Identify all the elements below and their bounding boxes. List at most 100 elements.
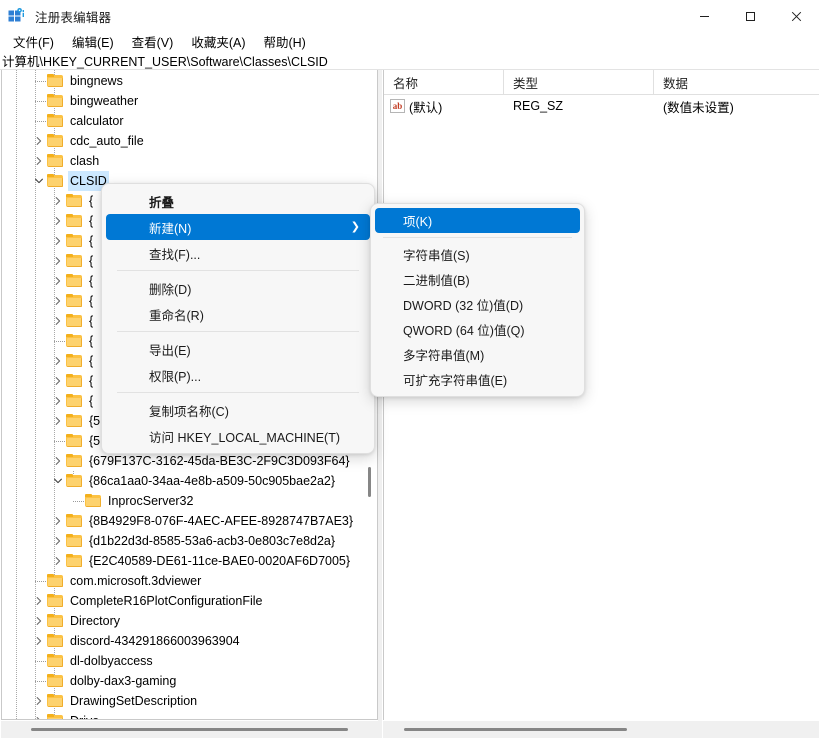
- tree-row[interactable]: com.microsoft.3dviewer: [2, 571, 377, 591]
- context-menu-item-label: 权限(P)...: [149, 369, 202, 384]
- tree-hscroll-thumb[interactable]: [31, 728, 348, 731]
- chevron-right-icon[interactable]: [50, 551, 66, 571]
- context-menu-item[interactable]: 折叠: [106, 188, 370, 214]
- tree-row-label: Drive: [68, 711, 101, 719]
- chevron-right-icon[interactable]: [50, 531, 66, 551]
- chevron-right-icon[interactable]: [50, 191, 66, 211]
- chevron-right-icon[interactable]: [50, 371, 66, 391]
- chevron-down-icon[interactable]: [31, 171, 47, 191]
- tree-row[interactable]: bingnews: [2, 71, 377, 91]
- context-menu-item[interactable]: 权限(P)...: [106, 362, 370, 388]
- menu-separator: [117, 392, 359, 393]
- folder-icon: [47, 674, 64, 688]
- column-header-data[interactable]: 数据: [654, 70, 819, 94]
- chevron-right-icon[interactable]: [50, 451, 66, 471]
- column-header-name[interactable]: 名称: [384, 70, 504, 94]
- submenu-item[interactable]: 字符串值(S): [375, 242, 580, 267]
- tree-row[interactable]: InprocServer32: [2, 491, 377, 511]
- context-menu-item[interactable]: 删除(D): [106, 275, 370, 301]
- tree-row-label: com.microsoft.3dviewer: [70, 574, 202, 588]
- chevron-right-icon[interactable]: [31, 691, 47, 711]
- tree-row[interactable]: DrawingSetDescription: [2, 691, 377, 711]
- close-button[interactable]: [773, 0, 819, 32]
- window-title: 注册表编辑器: [35, 10, 112, 25]
- tree-row[interactable]: CompleteR16PlotConfigurationFile: [2, 591, 377, 611]
- submenu-item[interactable]: 二进制值(B): [375, 267, 580, 292]
- submenu-item[interactable]: 项(K): [375, 208, 580, 233]
- chevron-right-icon[interactable]: [50, 271, 66, 291]
- folder-icon: [66, 474, 83, 488]
- tree-row[interactable]: Drive: [2, 711, 377, 719]
- tree-row[interactable]: {8B4929F8-076F-4AEC-AFEE-8928747B7AE3}: [2, 511, 377, 531]
- menu-file[interactable]: 文件(F): [4, 30, 63, 53]
- tree-row[interactable]: bingweather: [2, 91, 377, 111]
- chevron-right-icon[interactable]: [31, 711, 47, 719]
- values-hscroll-thumb[interactable]: [404, 728, 627, 731]
- pane-splitter[interactable]: [378, 70, 382, 738]
- context-menu-item[interactable]: 重命名(R): [106, 301, 370, 327]
- folder-icon: [47, 574, 64, 588]
- folder-icon: [66, 514, 83, 528]
- submenu-item[interactable]: DWORD (32 位)值(D): [375, 292, 580, 317]
- tree-horizontal-scrollbar[interactable]: [1, 721, 378, 738]
- new-submenu[interactable]: 项(K) 字符串值(S) 二进制值(B) DWORD (32 位)值(D) QWORD …: [370, 203, 585, 397]
- tree-row[interactable]: cdc_auto_file: [2, 131, 377, 151]
- menu-help[interactable]: 帮助(H): [254, 30, 314, 53]
- chevron-right-icon[interactable]: [31, 611, 47, 631]
- chevron-right-icon[interactable]: [50, 511, 66, 531]
- tree-row[interactable]: calculator: [2, 111, 377, 131]
- context-menu-item[interactable]: 访问 HKEY_LOCAL_MACHINE(T): [106, 423, 370, 449]
- tree-row[interactable]: clash: [2, 151, 377, 171]
- folder-icon: [85, 494, 102, 508]
- submenu-item[interactable]: QWORD (64 位)值(Q): [375, 317, 580, 342]
- context-menu-item[interactable]: 新建(N) ❯: [106, 214, 370, 240]
- column-header-type[interactable]: 类型: [504, 70, 654, 94]
- title-bar: 注册表编辑器: [0, 0, 819, 32]
- chevron-right-icon[interactable]: [50, 231, 66, 251]
- tree-row[interactable]: discord-434291866003963904: [2, 631, 377, 651]
- tree-row[interactable]: {679F137C-3162-45da-BE3C-2F9C3D093F64}: [2, 451, 377, 471]
- tree-row-label: {: [89, 334, 94, 348]
- tree-row[interactable]: dolby-dax3-gaming: [2, 671, 377, 691]
- address-bar[interactable]: 计算机\HKEY_CURRENT_USER\Software\Classes\C…: [0, 51, 819, 69]
- tree-connector: [54, 441, 65, 442]
- chevron-right-icon[interactable]: [50, 211, 66, 231]
- submenu-item[interactable]: 可扩充字符串值(E): [375, 367, 580, 392]
- chevron-right-icon[interactable]: [50, 291, 66, 311]
- chevron-down-icon[interactable]: [50, 471, 66, 491]
- context-menu-item[interactable]: 复制项名称(C): [106, 397, 370, 423]
- chevron-right-icon[interactable]: [31, 631, 47, 651]
- maximize-button[interactable]: [727, 0, 773, 32]
- values-horizontal-scrollbar[interactable]: [383, 721, 819, 738]
- tree-row[interactable]: {86ca1aa0-34aa-4e8b-a509-50c905bae2a2}: [2, 471, 377, 491]
- value-row[interactable]: ab (默认) REG_SZ (数值未设置): [384, 95, 819, 117]
- submenu-item[interactable]: 多字符串值(M): [375, 342, 580, 367]
- chevron-right-icon[interactable]: [50, 351, 66, 371]
- chevron-right-icon[interactable]: [50, 411, 66, 431]
- tree-row[interactable]: {E2C40589-DE61-11ce-BAE0-0020AF6D7005}: [2, 551, 377, 571]
- context-menu-item[interactable]: 查找(F)...: [106, 240, 370, 266]
- chevron-right-icon[interactable]: [31, 151, 47, 171]
- chevron-right-icon[interactable]: [50, 391, 66, 411]
- menu-view[interactable]: 查看(V): [123, 30, 183, 53]
- context-menu-item[interactable]: 导出(E): [106, 336, 370, 362]
- tree-row-label: {: [89, 234, 94, 248]
- chevron-right-icon[interactable]: [50, 251, 66, 271]
- minimize-button[interactable]: [681, 0, 727, 32]
- chevron-right-icon[interactable]: [31, 591, 47, 611]
- tree-scroll-thumb[interactable]: [368, 467, 371, 497]
- chevron-right-icon[interactable]: [31, 131, 47, 151]
- chevron-right-icon[interactable]: [50, 311, 66, 331]
- tree-row[interactable]: {d1b22d3d-8585-53a6-acb3-0e803c7e8d2a}: [2, 531, 377, 551]
- tree-context-menu[interactable]: 折叠 新建(N) ❯ 查找(F)... 删除(D) 重命名(R) 导出(E) 权限(P)...…: [101, 183, 375, 454]
- menu-edit[interactable]: 编辑(E): [63, 30, 123, 53]
- folder-icon: [66, 254, 83, 268]
- menu-favorites[interactable]: 收藏夹(A): [182, 30, 254, 53]
- values-list[interactable]: ab (默认) REG_SZ (数值未设置): [384, 95, 819, 117]
- tree-row[interactable]: dl-dolbyaccess: [2, 651, 377, 671]
- tree-row[interactable]: Directory: [2, 611, 377, 631]
- context-menu-item-label: 重命名(R): [149, 308, 204, 323]
- tree-row-label: bingnews: [70, 74, 123, 88]
- submenu-item-label: 字符串值(S): [403, 249, 470, 263]
- tree-row-label: dolby-dax3-gaming: [70, 674, 177, 688]
